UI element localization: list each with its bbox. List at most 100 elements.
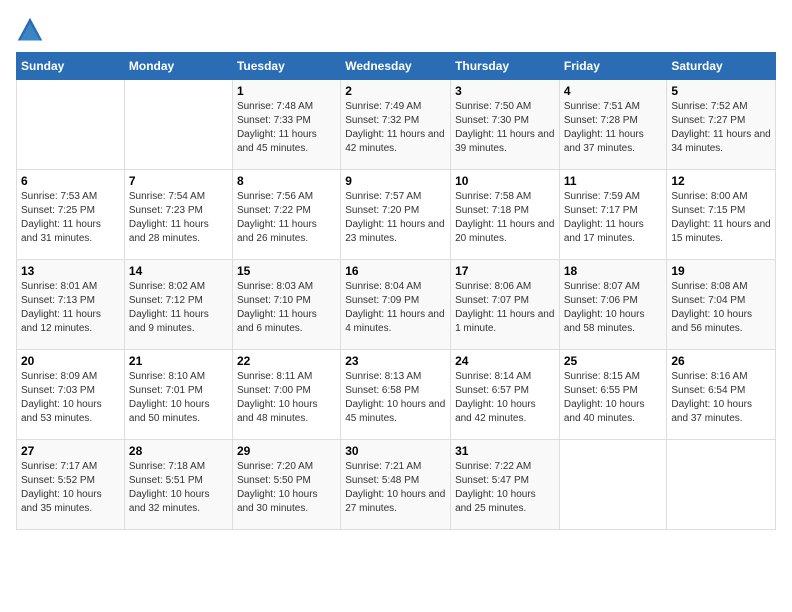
day-number: 3 <box>455 84 555 98</box>
day-cell: 29 Sunrise: 7:20 AM Sunset: 5:50 PM Dayli… <box>232 440 340 530</box>
day-info: Sunrise: 7:20 AM Sunset: 5:50 PM Dayligh… <box>237 460 336 516</box>
day-number: 28 <box>129 444 228 458</box>
day-number: 10 <box>455 174 555 188</box>
day-number: 27 <box>21 444 120 458</box>
day-info: Sunrise: 8:14 AM Sunset: 6:57 PM Dayligh… <box>455 370 555 426</box>
day-number: 1 <box>237 84 336 98</box>
day-info: Sunrise: 7:51 AM Sunset: 7:28 PM Dayligh… <box>564 100 663 156</box>
day-cell: 7 Sunrise: 7:54 AM Sunset: 7:23 PM Daylig… <box>124 170 232 260</box>
day-cell: 17 Sunrise: 8:06 AM Sunset: 7:07 PM Dayli… <box>451 260 560 350</box>
day-info: Sunrise: 8:02 AM Sunset: 7:12 PM Dayligh… <box>129 280 228 336</box>
day-cell: 8 Sunrise: 7:56 AM Sunset: 7:22 PM Daylig… <box>232 170 340 260</box>
day-info: Sunrise: 7:48 AM Sunset: 7:33 PM Dayligh… <box>237 100 336 156</box>
day-cell: 2Sunrise: 7:49 AM Sunset: 7:32 PM Daylig… <box>341 80 451 170</box>
day-info: Sunrise: 8:00 AM Sunset: 7:15 PM Dayligh… <box>671 190 771 246</box>
day-cell: 21 Sunrise: 8:10 AM Sunset: 7:01 PM Dayli… <box>124 350 232 440</box>
day-info: Sunrise: 8:03 AM Sunset: 7:10 PM Dayligh… <box>237 280 336 336</box>
day-number: 9 <box>345 174 446 188</box>
day-info: Sunrise: 8:06 AM Sunset: 7:07 PM Dayligh… <box>455 280 555 336</box>
day-cell: 30Sunrise: 7:21 AM Sunset: 5:48 PM Dayli… <box>341 440 451 530</box>
day-info: Sunrise: 8:13 AM Sunset: 6:58 PM Dayligh… <box>345 370 446 426</box>
day-info: Sunrise: 7:56 AM Sunset: 7:22 PM Dayligh… <box>237 190 336 246</box>
day-number: 7 <box>129 174 228 188</box>
day-number: 2 <box>345 84 446 98</box>
day-info: Sunrise: 7:57 AM Sunset: 7:20 PM Dayligh… <box>345 190 446 246</box>
header-friday: Friday <box>559 53 667 80</box>
day-info: Sunrise: 7:18 AM Sunset: 5:51 PM Dayligh… <box>129 460 228 516</box>
day-number: 25 <box>564 354 663 368</box>
day-cell: 13 Sunrise: 8:01 AM Sunset: 7:13 PM Dayli… <box>17 260 125 350</box>
day-info: Sunrise: 8:01 AM Sunset: 7:13 PM Dayligh… <box>21 280 120 336</box>
week-row-4: 20 Sunrise: 8:09 AM Sunset: 7:03 PM Dayli… <box>17 350 776 440</box>
day-info: Sunrise: 7:50 AM Sunset: 7:30 PM Dayligh… <box>455 100 555 156</box>
day-cell: 26Sunrise: 8:16 AM Sunset: 6:54 PM Dayli… <box>667 350 776 440</box>
day-number: 23 <box>345 354 446 368</box>
day-info: Sunrise: 8:10 AM Sunset: 7:01 PM Dayligh… <box>129 370 228 426</box>
day-cell: 24Sunrise: 8:14 AM Sunset: 6:57 PM Dayli… <box>451 350 560 440</box>
day-cell: 11 Sunrise: 7:59 AM Sunset: 7:17 PM Dayli… <box>559 170 667 260</box>
day-info: Sunrise: 8:15 AM Sunset: 6:55 PM Dayligh… <box>564 370 663 426</box>
day-number: 12 <box>671 174 771 188</box>
day-cell: 16Sunrise: 8:04 AM Sunset: 7:09 PM Dayli… <box>341 260 451 350</box>
day-cell: 31 Sunrise: 7:22 AM Sunset: 5:47 PM Dayli… <box>451 440 560 530</box>
day-cell: 19Sunrise: 8:08 AM Sunset: 7:04 PM Dayli… <box>667 260 776 350</box>
header-row: SundayMondayTuesdayWednesdayThursdayFrid… <box>17 53 776 80</box>
day-number: 5 <box>671 84 771 98</box>
day-cell: 1 Sunrise: 7:48 AM Sunset: 7:33 PM Daylig… <box>232 80 340 170</box>
day-cell <box>17 80 125 170</box>
day-cell: 15 Sunrise: 8:03 AM Sunset: 7:10 PM Dayli… <box>232 260 340 350</box>
day-number: 15 <box>237 264 336 278</box>
week-row-3: 13 Sunrise: 8:01 AM Sunset: 7:13 PM Dayli… <box>17 260 776 350</box>
day-info: Sunrise: 8:04 AM Sunset: 7:09 PM Dayligh… <box>345 280 446 336</box>
day-info: Sunrise: 7:21 AM Sunset: 5:48 PM Dayligh… <box>345 460 446 516</box>
day-number: 6 <box>21 174 120 188</box>
week-row-5: 27 Sunrise: 7:17 AM Sunset: 5:52 PM Dayli… <box>17 440 776 530</box>
calendar-table: SundayMondayTuesdayWednesdayThursdayFrid… <box>16 52 776 530</box>
day-info: Sunrise: 8:08 AM Sunset: 7:04 PM Dayligh… <box>671 280 771 336</box>
header-monday: Monday <box>124 53 232 80</box>
day-cell: 12 Sunrise: 8:00 AM Sunset: 7:15 PM Dayli… <box>667 170 776 260</box>
day-cell: 10Sunrise: 7:58 AM Sunset: 7:18 PM Dayli… <box>451 170 560 260</box>
day-info: Sunrise: 7:17 AM Sunset: 5:52 PM Dayligh… <box>21 460 120 516</box>
day-cell: 25 Sunrise: 8:15 AM Sunset: 6:55 PM Dayli… <box>559 350 667 440</box>
header-thursday: Thursday <box>451 53 560 80</box>
day-info: Sunrise: 7:52 AM Sunset: 7:27 PM Dayligh… <box>671 100 771 156</box>
day-cell: 9 Sunrise: 7:57 AM Sunset: 7:20 PM Daylig… <box>341 170 451 260</box>
day-info: Sunrise: 7:59 AM Sunset: 7:17 PM Dayligh… <box>564 190 663 246</box>
day-cell: 5 Sunrise: 7:52 AM Sunset: 7:27 PM Daylig… <box>667 80 776 170</box>
day-info: Sunrise: 7:22 AM Sunset: 5:47 PM Dayligh… <box>455 460 555 516</box>
day-cell: 18 Sunrise: 8:07 AM Sunset: 7:06 PM Dayli… <box>559 260 667 350</box>
day-info: Sunrise: 7:53 AM Sunset: 7:25 PM Dayligh… <box>21 190 120 246</box>
calendar-header: SundayMondayTuesdayWednesdayThursdayFrid… <box>17 53 776 80</box>
day-number: 18 <box>564 264 663 278</box>
calendar-body: 1 Sunrise: 7:48 AM Sunset: 7:33 PM Daylig… <box>17 80 776 530</box>
week-row-1: 1 Sunrise: 7:48 AM Sunset: 7:33 PM Daylig… <box>17 80 776 170</box>
day-number: 8 <box>237 174 336 188</box>
day-number: 20 <box>21 354 120 368</box>
day-number: 29 <box>237 444 336 458</box>
header-wednesday: Wednesday <box>341 53 451 80</box>
day-number: 13 <box>21 264 120 278</box>
header-tuesday: Tuesday <box>232 53 340 80</box>
day-info: Sunrise: 8:09 AM Sunset: 7:03 PM Dayligh… <box>21 370 120 426</box>
day-number: 4 <box>564 84 663 98</box>
day-number: 17 <box>455 264 555 278</box>
week-row-2: 6 Sunrise: 7:53 AM Sunset: 7:25 PM Daylig… <box>17 170 776 260</box>
day-cell: 3 Sunrise: 7:50 AM Sunset: 7:30 PM Daylig… <box>451 80 560 170</box>
day-info: Sunrise: 8:16 AM Sunset: 6:54 PM Dayligh… <box>671 370 771 426</box>
day-cell: 27 Sunrise: 7:17 AM Sunset: 5:52 PM Dayli… <box>17 440 125 530</box>
day-number: 31 <box>455 444 555 458</box>
day-cell: 23 Sunrise: 8:13 AM Sunset: 6:58 PM Dayli… <box>341 350 451 440</box>
page-header <box>16 16 776 44</box>
day-number: 21 <box>129 354 228 368</box>
day-info: Sunrise: 7:54 AM Sunset: 7:23 PM Dayligh… <box>129 190 228 246</box>
day-cell <box>559 440 667 530</box>
day-number: 22 <box>237 354 336 368</box>
day-info: Sunrise: 8:11 AM Sunset: 7:00 PM Dayligh… <box>237 370 336 426</box>
day-cell: 20 Sunrise: 8:09 AM Sunset: 7:03 PM Dayli… <box>17 350 125 440</box>
day-info: Sunrise: 8:07 AM Sunset: 7:06 PM Dayligh… <box>564 280 663 336</box>
header-saturday: Saturday <box>667 53 776 80</box>
day-cell: 6 Sunrise: 7:53 AM Sunset: 7:25 PM Daylig… <box>17 170 125 260</box>
day-cell: 14Sunrise: 8:02 AM Sunset: 7:12 PM Dayli… <box>124 260 232 350</box>
day-number: 11 <box>564 174 663 188</box>
